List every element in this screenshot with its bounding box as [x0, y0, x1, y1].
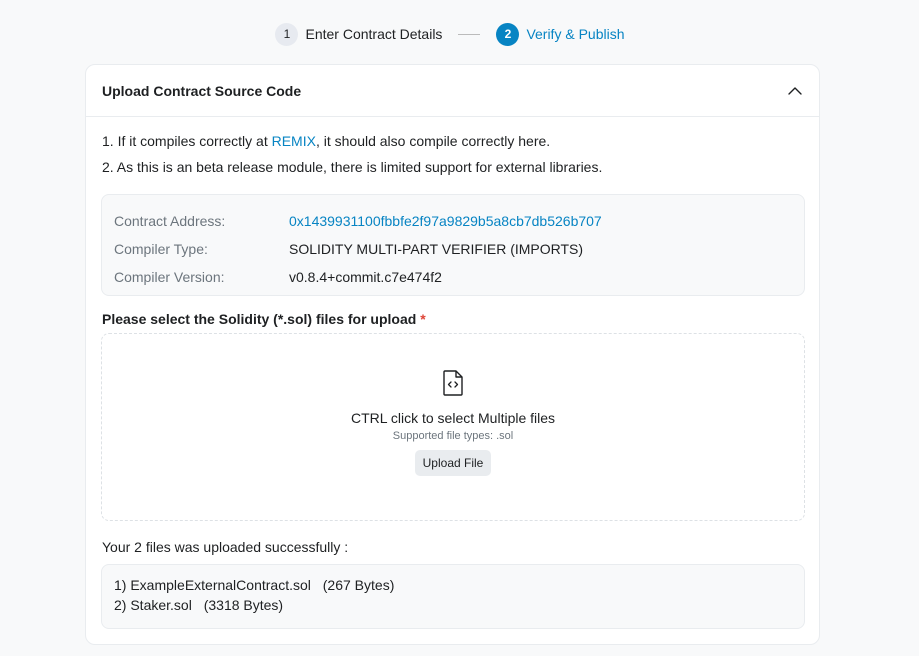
upload-source-card: Upload Contract Source Code 1. If it com…: [85, 64, 820, 645]
info-value: v0.8.4+commit.c7e474f2: [289, 269, 442, 285]
file-select-label: Please select the Solidity (*.sol) files…: [102, 311, 426, 327]
step-enter-contract-details[interactable]: 1 Enter Contract Details: [275, 22, 443, 46]
step-verify-publish[interactable]: 2 Verify & Publish: [496, 22, 625, 46]
info-row-compiler-version: Compiler Version: v0.8.4+commit.c7e474f2: [114, 263, 792, 291]
uploaded-files-list: 1) ExampleExternalContract.sol (267 Byte…: [101, 564, 805, 629]
contract-info-box: Contract Address: 0x1439931100fbbfe2f97a…: [101, 194, 805, 296]
info-value: SOLIDITY MULTI-PART VERIFIER (IMPORTS): [289, 241, 584, 257]
required-mark: *: [420, 311, 426, 327]
info-row-contract-address: Contract Address: 0x1439931100fbbfe2f97a…: [114, 207, 792, 235]
step-number: 1: [275, 22, 299, 46]
file-code-icon: [443, 370, 463, 396]
info-key: Compiler Version:: [114, 269, 225, 285]
contract-address-link[interactable]: 0x1439931100fbbfe2f97a9829b5a8cb7db526b7…: [289, 213, 602, 229]
step-label: Verify & Publish: [526, 26, 625, 42]
note-line-1: 1. If it compiles correctly at REMIX, it…: [102, 133, 551, 149]
chevron-up-icon[interactable]: [787, 83, 803, 99]
step-connector: [458, 33, 481, 35]
note-line-2: 2. As this is an beta release module, th…: [102, 159, 603, 175]
file-name: ExampleExternalContract.sol: [130, 577, 311, 593]
list-item: 2) Staker.sol (3318 Bytes): [114, 597, 284, 613]
file-size: (3318 Bytes): [203, 597, 284, 613]
remix-link[interactable]: REMIX: [272, 133, 316, 149]
dropzone-main-text: CTRL click to select Multiple files: [350, 410, 556, 426]
upload-file-button[interactable]: Upload File: [414, 450, 492, 476]
upload-success-message: Your 2 files was uploaded successfully :: [102, 539, 349, 555]
step-number: 2: [496, 22, 520, 46]
instruction-notes: 1. If it compiles correctly at REMIX, it…: [102, 133, 602, 185]
list-item: 1) ExampleExternalContract.sol (267 Byte…: [114, 577, 395, 593]
card-title: Upload Contract Source Code: [102, 82, 302, 99]
info-key: Compiler Type:: [114, 241, 208, 257]
file-size: (267 Bytes): [322, 577, 395, 593]
step-label: Enter Contract Details: [305, 26, 443, 42]
info-row-compiler-type: Compiler Type: SOLIDITY MULTI-PART VERIF…: [114, 235, 792, 263]
card-header[interactable]: Upload Contract Source Code: [86, 65, 819, 117]
file-name: Staker.sol: [130, 597, 192, 613]
info-key: Contract Address:: [114, 213, 226, 229]
progress-stepper: 1 Enter Contract Details 2 Verify & Publ…: [0, 22, 919, 46]
file-dropzone[interactable]: CTRL click to select Multiple files Supp…: [101, 333, 805, 521]
dropzone-sub-text: Supported file types: .sol: [392, 430, 514, 442]
